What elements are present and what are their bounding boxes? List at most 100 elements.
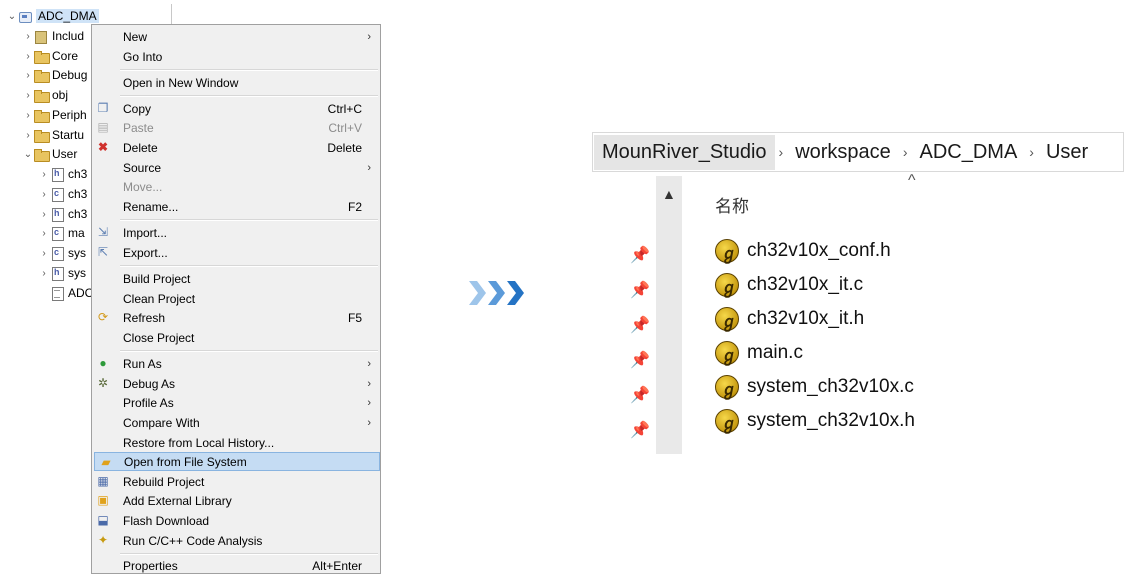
file-row[interactable]: ch32v10x_it.c [715,271,863,299]
tree-file-row[interactable]: › ch3 [38,165,87,183]
menu-separator [120,553,378,555]
chevron-medium-icon [488,281,505,305]
pin-icon[interactable]: 📌 [630,385,650,405]
menu-item-rebuild-project[interactable]: ▦ Rebuild Project [92,472,380,491]
file-name: ch32v10x_conf.h [747,240,891,261]
chevron-right-icon[interactable]: › [38,169,50,180]
chevron-right-icon[interactable]: › [22,31,34,42]
tree-root-project[interactable]: ⌄ ADC_DMA [6,7,99,25]
tree-file-row[interactable]: › sys [38,244,86,262]
menu-item-properties[interactable]: Properties Alt+Enter [92,556,380,575]
tree-item-user[interactable]: ⌄ User [22,145,77,163]
pin-icon[interactable]: 📌 [630,280,650,300]
breadcrumb-chevron-icon[interactable]: › [899,144,912,160]
tree-item-label: ch3 [68,187,88,201]
tree-item-label: User [52,147,78,161]
chevron-right-icon[interactable]: › [22,130,34,141]
breadcrumb-segment[interactable]: User [1038,141,1096,164]
pin-icon[interactable]: 📌 [630,420,650,440]
file-row[interactable]: ch32v10x_it.h [715,305,864,333]
chevron-right-icon[interactable]: › [22,110,34,121]
tree-file-row[interactable]: › ch3 [38,185,87,203]
chevron-right-icon[interactable]: › [22,51,34,62]
library-icon: ▣ [97,493,109,507]
chevron-right-icon[interactable]: › [38,248,50,259]
chevron-right-icon[interactable]: › [38,189,50,200]
chevron-down-icon[interactable]: ⌄ [22,149,34,160]
column-header-name[interactable]: 名称 [715,192,749,217]
breadcrumb-segment[interactable]: ADC_DMA [911,141,1025,164]
pin-icon[interactable]: 📌 [630,315,650,335]
menu-item-rename[interactable]: Rename... F2 [92,197,380,216]
menu-item-export[interactable]: ⇱ Export... [92,243,380,262]
navigation-scrollbar[interactable]: ▲ [656,176,682,454]
menu-item-close-project[interactable]: Close Project [92,328,380,347]
analysis-icon: ✦ [97,533,109,547]
chevron-down-icon[interactable]: ⌄ [6,11,18,22]
file-name: ch32v10x_it.c [747,274,864,295]
tree-root-label: ADC_DMA [36,9,99,23]
menu-item-refresh[interactable]: ⟳ Refresh F5 [92,308,380,327]
tree-file-row[interactable]: › sys [38,264,86,282]
file-row[interactable]: system_ch32v10x.c [715,373,914,401]
chevron-right-icon[interactable]: › [38,228,50,239]
menu-item-build-project[interactable]: Build Project [92,269,380,288]
breadcrumb-segment[interactable]: MounRiver_Studio [594,134,775,170]
menu-item-delete[interactable]: ✖ Delete Delete [92,138,380,157]
menu-item-move[interactable]: Move... [92,177,380,196]
tree-item-includes[interactable]: › Includ [22,27,84,45]
delete-icon: ✖ [97,140,109,154]
tree-item-startup[interactable]: › Startu [22,126,84,144]
scroll-up-icon[interactable]: ▲ [662,186,676,202]
file-name: main.c [747,342,803,363]
tree-item-core[interactable]: › Core [22,47,78,65]
menu-item-add-external-library[interactable]: ▣ Add External Library [92,491,380,510]
tree-item-label: Includ [52,29,85,43]
tree-item-debug[interactable]: › Debug [22,66,87,84]
tree-file-row[interactable]: › ma [38,224,85,242]
chevron-right-icon[interactable]: › [22,70,34,81]
tree-item-label: sys [68,246,86,260]
menu-item-open-new-window[interactable]: Open in New Window [92,73,380,92]
submenu-arrow-icon: › [367,416,371,429]
chevron-light-icon [469,281,486,305]
pin-icon[interactable]: 📌 [630,350,650,370]
submenu-arrow-icon: › [367,161,371,174]
folder-icon [34,50,50,64]
menu-item-import[interactable]: ⇲ Import... [92,223,380,242]
file-explorer: MounRiver_Studio › workspace › ADC_DMA ›… [592,132,1124,457]
tree-item-obj[interactable]: › obj [22,86,68,104]
breadcrumb-chevron-icon[interactable]: › [775,144,788,160]
menu-item-paste[interactable]: ▤ Paste Ctrl+V [92,118,380,137]
chevron-right-icon[interactable]: › [22,90,34,101]
pin-icon[interactable]: 📌 [630,245,650,265]
tree-file-row[interactable]: › ch3 [38,205,87,223]
file-row[interactable]: main.c [715,339,803,367]
tree-item-peripheral[interactable]: › Periph [22,106,87,124]
file-row[interactable]: system_ch32v10x.h [715,407,915,435]
breadcrumb-chevron-icon[interactable]: › [1025,144,1038,160]
menu-item-open-from-file-system[interactable]: ▰ Open from File System [94,452,380,471]
breadcrumb-segment[interactable]: workspace [787,141,899,164]
sort-ascending-icon[interactable]: ^ [908,172,916,190]
menu-separator [120,219,378,221]
menu-item-code-analysis[interactable]: ✦ Run C/C++ Code Analysis [92,531,380,550]
menu-item-go-into[interactable]: Go Into [92,47,380,66]
menu-item-compare-with[interactable]: Compare With › [92,413,380,432]
submenu-arrow-icon: › [367,357,371,370]
submenu-arrow-icon: › [367,30,371,43]
menu-item-restore-history[interactable]: Restore from Local History... [92,433,380,452]
menu-item-clean-project[interactable]: Clean Project [92,289,380,308]
menu-item-source[interactable]: Source › [92,158,380,177]
bug-icon: ✲ [97,376,109,390]
menu-item-profile-as[interactable]: Profile As › [92,393,380,412]
menu-item-copy[interactable]: ❐ Copy Ctrl+C [92,99,380,118]
menu-item-flash-download[interactable]: ⬓ Flash Download [92,511,380,530]
file-row[interactable]: ch32v10x_conf.h [715,237,891,265]
menu-item-new[interactable]: New › [92,27,380,46]
chevron-right-icon[interactable]: › [38,209,50,220]
chevron-right-icon[interactable]: › [38,268,50,279]
refresh-icon: ⟳ [97,310,109,324]
menu-item-run-as[interactable]: ● Run As › [92,354,380,373]
menu-item-debug-as[interactable]: ✲ Debug As › [92,374,380,393]
